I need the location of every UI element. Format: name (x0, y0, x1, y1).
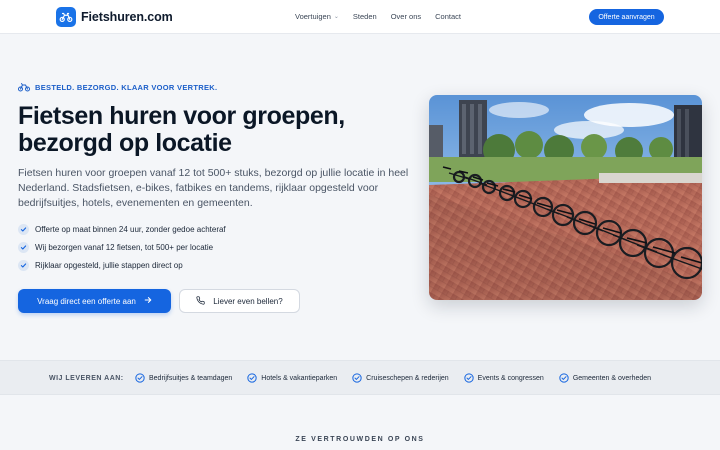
sector-text: Events & congressen (477, 374, 544, 382)
sectors-list: Bedrijfsuitjes & teamdagen Hotels & vaka… (135, 373, 651, 383)
check-badge-icon (559, 373, 569, 383)
check-badge-icon (247, 373, 257, 383)
site-header: Fietshuren.com Voertuigen ⌄ Steden Over … (0, 0, 720, 34)
benefit-text: Offerte op maat binnen 24 uur, zonder ge… (35, 224, 226, 234)
sector-text: Gemeenten & overheden (572, 374, 652, 382)
phone-icon (196, 295, 205, 307)
sector-item: Bedrijfsuitjes & teamdagen (135, 373, 232, 383)
trusted-heading: ZE VERTROUWDEN OP ONS (295, 436, 425, 443)
eyebrow-text: BESTELD. BEZORGD. KLAAR VOOR VERTREK. (35, 82, 218, 92)
brand-name: Fietshuren.com (81, 10, 173, 24)
nav-contact[interactable]: Contact (435, 12, 461, 21)
benefit-item: Rijklaar opgesteld, jullie stappen direc… (18, 256, 226, 274)
offerte-aanvragen-button[interactable]: Offerte aanvragen (589, 9, 664, 25)
nav-steden[interactable]: Steden (353, 12, 377, 21)
main-nav: Voertuigen ⌄ Steden Over ons Contact (295, 12, 461, 21)
call-us-button[interactable]: Liever even bellen? (179, 289, 300, 313)
check-badge-icon (135, 373, 145, 383)
sector-item: Gemeenten & overheden (559, 373, 651, 383)
logo[interactable]: Fietshuren.com (56, 7, 173, 27)
check-icon (18, 259, 29, 271)
check-icon (18, 241, 29, 253)
sector-item: Hotels & vakantieparken (247, 373, 337, 383)
benefit-list: Offerte op maat binnen 24 uur, zonder ge… (18, 220, 226, 274)
benefit-text: Rijklaar opgesteld, jullie stappen direc… (35, 260, 183, 270)
benefit-item: Wij bezorgen vanaf 12 fietsen, tot 500+ … (18, 238, 226, 256)
request-quote-label: Vraag direct een offerte aan (37, 296, 136, 306)
check-badge-icon (352, 373, 362, 383)
hero-photo-bikes (429, 95, 702, 300)
sector-item: Cruiseschepen & rederijen (352, 373, 449, 383)
sector-text: Hotels & vakantieparken (261, 374, 338, 382)
nav-voertuigen[interactable]: Voertuigen ⌄ (295, 12, 339, 21)
nav-over-ons[interactable]: Over ons (391, 12, 421, 21)
check-badge-icon (464, 373, 474, 383)
sector-text: Cruiseschepen & rederijen (366, 374, 449, 382)
hero-title: Fietsen huren voor groepen, bezorgd op l… (18, 103, 378, 157)
request-quote-button[interactable]: Vraag direct een offerte aan (18, 289, 171, 313)
check-icon (18, 223, 29, 235)
hero-subtitle: Fietsen huren voor groepen vanaf 12 tot … (18, 167, 409, 209)
arrow-right-icon (144, 296, 152, 306)
sectors-label: WIJ LEVEREN AAN: (49, 375, 124, 382)
call-us-label: Liever even bellen? (213, 296, 283, 306)
benefit-item: Offerte op maat binnen 24 uur, zonder ge… (18, 220, 226, 238)
sector-text: Bedrijfsuitjes & teamdagen (149, 374, 233, 382)
chevron-down-icon: ⌄ (333, 14, 339, 20)
nav-voertuigen-label: Voertuigen (295, 12, 331, 21)
hero-eyebrow: BESTELD. BEZORGD. KLAAR VOOR VERTREK. (18, 82, 217, 92)
hero-title-line-2: bezorgd op locatie (18, 129, 232, 157)
hero-title-line-1: Fietsen huren voor groepen, (18, 102, 345, 130)
sector-item: Events & congressen (464, 373, 544, 383)
benefit-text: Wij bezorgen vanaf 12 fietsen, tot 500+ … (35, 242, 214, 252)
sectors-band: WIJ LEVEREN AAN: Bedrijfsuitjes & teamda… (0, 360, 720, 395)
bike-icon (18, 83, 30, 92)
bike-icon (56, 7, 76, 27)
